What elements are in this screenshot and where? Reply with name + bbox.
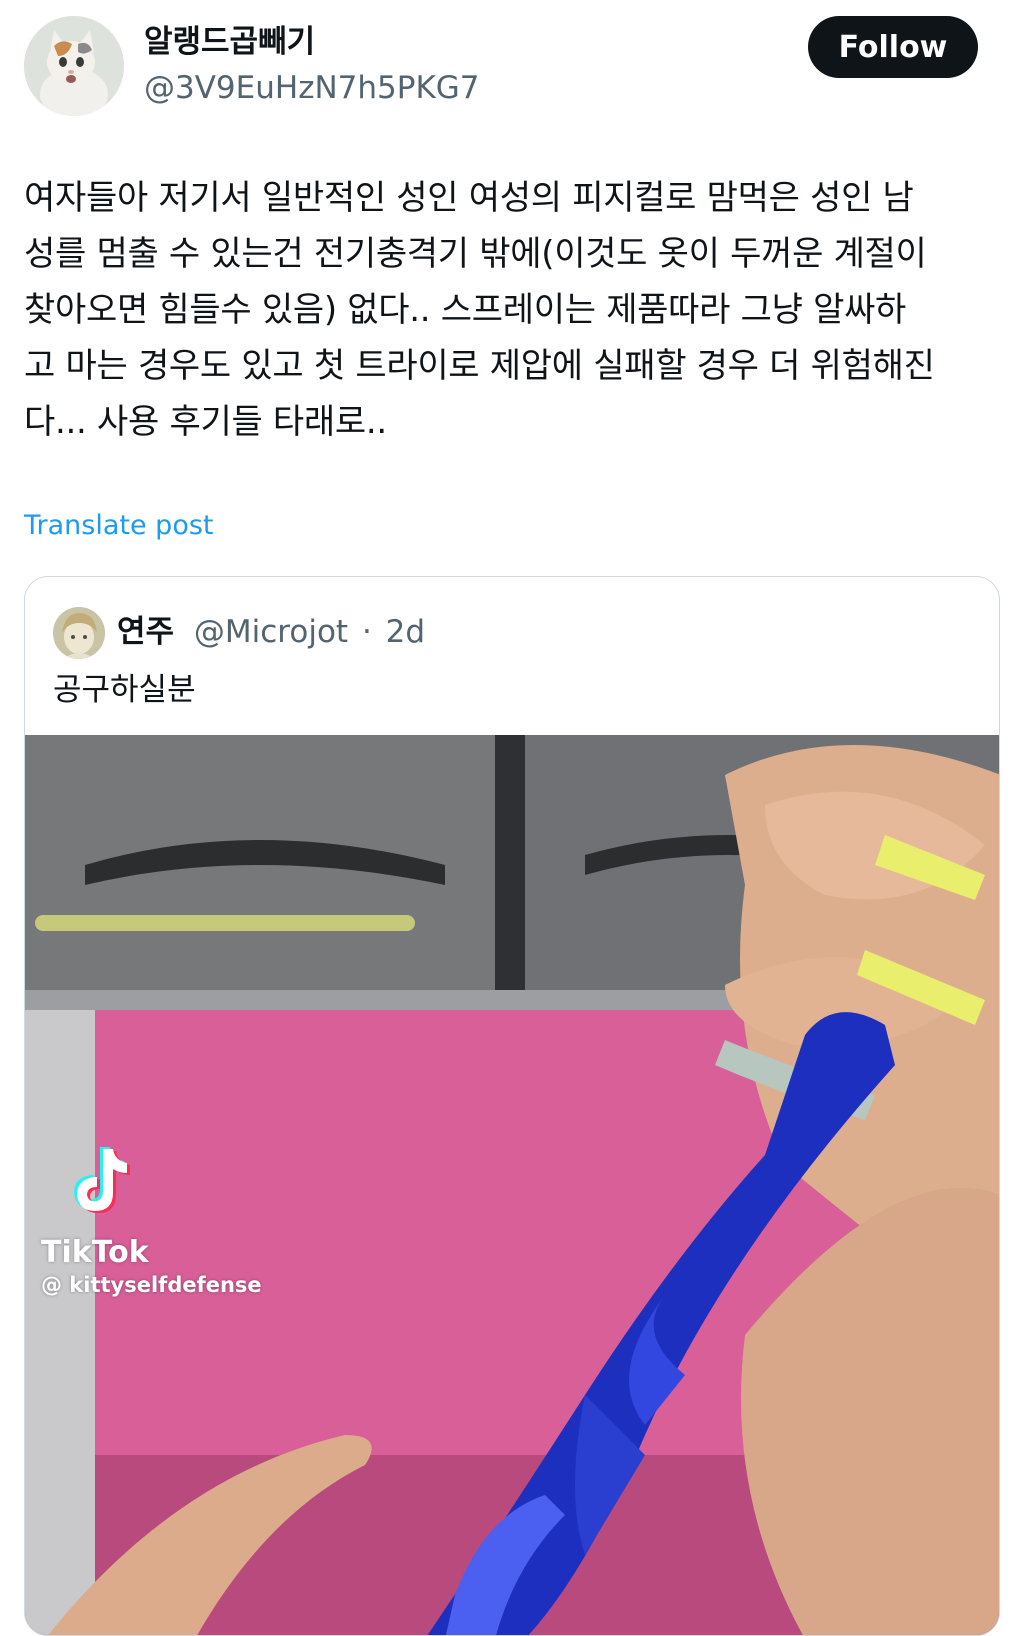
video-thumbnail[interactable]: TikTok @ kittyselfdefense <box>25 735 999 1635</box>
quoted-post-card[interactable]: 연주 @Microjot · 2d 공구하실분 TikTok @ kittyse… <box>24 576 1000 1636</box>
meta-separator: · <box>361 614 372 650</box>
tiktok-watermark-user: @ kittyselfdefense <box>41 1273 262 1297</box>
quoted-post-time[interactable]: 2d <box>386 614 425 650</box>
follow-button[interactable]: Follow <box>808 16 978 78</box>
translate-post-link[interactable]: Translate post <box>24 510 214 541</box>
tiktok-logo-icon <box>74 1147 130 1213</box>
post-text-line: 여자들아 저기서 일반적인 성인 여성의 피지컬로 맘먹은 성인 남 <box>24 178 914 218</box>
anime-avatar-image <box>53 607 105 659</box>
post-text-line: 다... 사용 후기들 타래로.. <box>24 402 387 442</box>
post-text-line: 찾아오면 힘들수 있음) 없다.. 스프레이는 제품따라 그냥 알싸하 <box>24 290 907 330</box>
quoted-post-text: 공구하실분 <box>53 672 196 708</box>
author-avatar[interactable] <box>24 16 124 116</box>
post-text-line: 성를 멈출 수 있는건 전기충격기 밖에(이것도 옷이 두꺼운 계절이 <box>24 234 927 274</box>
author-handle[interactable]: @3V9EuHzN7h5PKG7 <box>144 68 480 108</box>
quoted-post-header: 연주 @Microjot · 2d <box>117 611 425 653</box>
cat-avatar-image <box>24 16 124 116</box>
video-frame-image <box>25 735 999 1635</box>
post-text: 여자들아 저기서 일반적인 성인 여성의 피지컬로 맘먹은 성인 남 성를 멈출… <box>24 170 1014 450</box>
post-text-line: 고 마는 경우도 있고 첫 트라이로 제압에 실패할 경우 더 위험해진 <box>24 346 935 386</box>
quoted-author-avatar <box>53 607 105 659</box>
quoted-author-handle[interactable]: @Microjot <box>194 614 348 650</box>
quoted-author-name[interactable]: 연주 <box>117 614 174 650</box>
author-name[interactable]: 알랭드곱빼기 <box>144 22 315 62</box>
tiktok-watermark-brand: TikTok <box>41 1235 149 1270</box>
